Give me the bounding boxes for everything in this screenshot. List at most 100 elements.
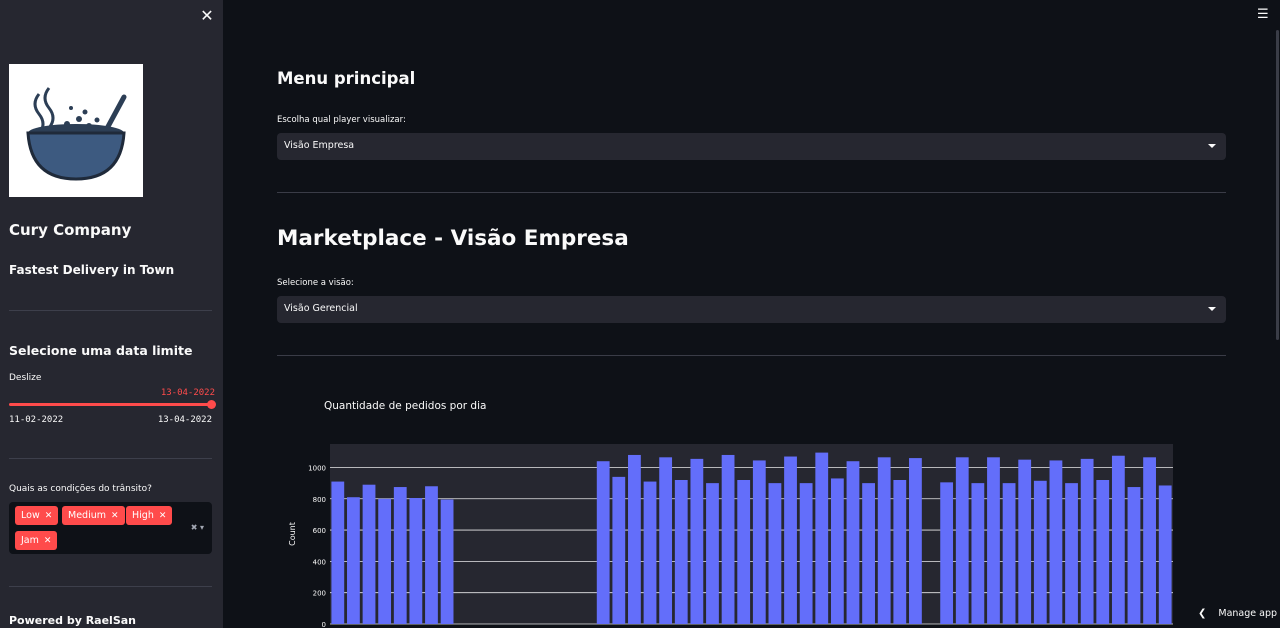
- bar: [1127, 487, 1141, 624]
- tag-high: High ✕: [126, 506, 173, 525]
- y-axis-label: Count: [288, 522, 297, 546]
- date-section-title: Selecione uma data limite: [9, 343, 193, 358]
- bar: [690, 458, 704, 624]
- bar: [440, 499, 454, 624]
- scrollbar[interactable]: [1276, 30, 1279, 340]
- bar: [1143, 457, 1156, 624]
- bar: [706, 483, 719, 624]
- orders-per-day-chart: 0 200 400 600 800 1000 Count: [288, 444, 1173, 628]
- section-divider: [277, 192, 1226, 193]
- remove-tag-icon[interactable]: ✕: [159, 511, 167, 521]
- hamburger-icon: ☰: [1257, 7, 1269, 22]
- chevron-down-icon[interactable]: ▾: [200, 523, 204, 532]
- manage-app-label: Manage app: [1218, 608, 1278, 619]
- tag-label: Jam: [21, 535, 39, 546]
- chevron-down-icon: [1208, 144, 1216, 148]
- bar: [893, 480, 907, 624]
- bar: [752, 460, 766, 624]
- company-logo: [9, 64, 143, 197]
- bar: [721, 454, 735, 624]
- bar: [955, 457, 969, 624]
- bar: [737, 480, 751, 624]
- tag-label: High: [132, 510, 154, 521]
- view-select-label: Selecione a visão:: [277, 278, 354, 288]
- bar: [1065, 483, 1078, 624]
- tag-low: Low ✕: [15, 506, 59, 525]
- y-tick-label: 600: [313, 527, 326, 535]
- clear-all-icon[interactable]: ✖: [191, 523, 198, 532]
- section-divider: [277, 355, 1226, 356]
- view-select[interactable]: Visão Gerencial: [277, 296, 1226, 323]
- multiselect-controls[interactable]: ✖ ▾: [191, 523, 204, 532]
- slider-label: Deslize: [9, 373, 42, 383]
- bar: [362, 484, 376, 624]
- bar: [393, 487, 407, 624]
- remove-tag-icon[interactable]: ✕: [111, 511, 119, 521]
- bar: [909, 458, 922, 624]
- remove-tag-icon[interactable]: ✕: [45, 511, 53, 521]
- bar: [1049, 460, 1063, 624]
- bar: [799, 483, 813, 624]
- view-select-value: Visão Gerencial: [284, 303, 358, 314]
- bar: [378, 498, 392, 624]
- bar: [940, 482, 954, 624]
- bar: [815, 452, 829, 624]
- slider-min-value: 11-02-2022: [9, 415, 64, 425]
- bar: [768, 483, 782, 624]
- close-icon: ✕: [200, 6, 214, 25]
- bar: [1033, 480, 1047, 624]
- bar: [1018, 459, 1032, 624]
- tag-label: Medium: [68, 510, 106, 521]
- sidebar: ✕ Cury Company Fastest Delivery in Town …: [0, 0, 223, 628]
- tag-label: Low: [21, 510, 40, 521]
- page-title: Marketplace - Visão Empresa: [277, 226, 629, 251]
- y-tick-label: 0: [322, 621, 326, 628]
- bar: [1080, 458, 1094, 624]
- bar: [596, 461, 610, 624]
- footer-credit: Powered by RaelSan: [9, 614, 137, 627]
- bar: [628, 454, 641, 624]
- date-slider-thumb[interactable]: [207, 400, 216, 409]
- close-sidebar-button[interactable]: ✕: [198, 7, 216, 25]
- bar: [1111, 455, 1125, 624]
- sidebar-divider: [9, 310, 212, 311]
- y-tick-label: 400: [313, 558, 326, 566]
- brand-tagline: Fastest Delivery in Town: [9, 263, 175, 277]
- bar: [1002, 483, 1016, 624]
- player-select-value: Visão Empresa: [284, 140, 355, 151]
- slider-current-value: 13-04-2022: [160, 388, 215, 398]
- slider-max-value: 13-04-2022: [157, 415, 212, 425]
- bar: [659, 457, 673, 624]
- chart-title: Quantidade de pedidos por dia: [324, 400, 487, 412]
- bar: [830, 478, 844, 624]
- bar: [1096, 480, 1110, 624]
- sidebar-divider: [9, 586, 212, 587]
- chevron-left-icon: ❮: [1198, 608, 1207, 619]
- y-tick-label: 800: [313, 496, 326, 504]
- remove-tag-icon[interactable]: ✕: [44, 536, 52, 546]
- date-slider-track[interactable]: [9, 403, 212, 406]
- tag-medium: Medium ✕: [62, 506, 125, 525]
- bar: [331, 481, 345, 624]
- bar: [347, 497, 360, 624]
- player-select[interactable]: Visão Empresa: [277, 133, 1226, 160]
- bar: [862, 483, 875, 624]
- bar: [971, 483, 985, 624]
- bar: [409, 498, 423, 624]
- tag-jam: Jam ✕: [15, 531, 58, 550]
- traffic-multiselect[interactable]: Low ✕ Medium ✕ High ✕ Jam ✕ ✖ ▾: [9, 502, 212, 554]
- bar: [877, 457, 891, 624]
- bar: [612, 476, 626, 624]
- bar: [1158, 485, 1172, 624]
- player-select-label: Escolha qual player visualizar:: [277, 115, 406, 125]
- traffic-label: Quais as condições do trânsito?: [9, 484, 152, 494]
- y-tick-label: 1000: [308, 464, 326, 472]
- menu-title: Menu principal: [277, 69, 416, 88]
- main-menu-button[interactable]: ☰: [1257, 8, 1271, 22]
- brand-name: Cury Company: [9, 221, 132, 239]
- manage-app-button[interactable]: ❮ Manage app: [1198, 608, 1277, 619]
- bar: [643, 481, 657, 624]
- bar: [425, 486, 438, 624]
- bar: [846, 461, 860, 624]
- y-tick-label: 200: [313, 590, 326, 598]
